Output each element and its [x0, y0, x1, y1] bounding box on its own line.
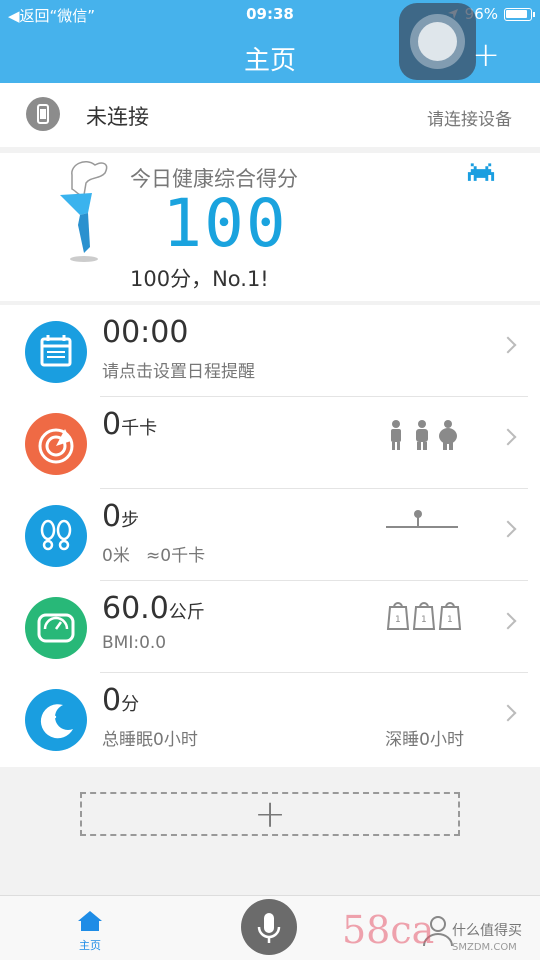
weight-scales-icon: 1 1 1 — [386, 602, 462, 630]
list-item-schedule[interactable]: 00:00 请点击设置日程提醒 — [0, 305, 540, 397]
chevron-right-icon — [499, 704, 517, 722]
metrics-list: 00:00 请点击设置日程提醒 0千卡 0步 0米 ≈0千卡 60.0公斤 BM… — [0, 305, 540, 767]
health-score-card[interactable]: 今日健康综合得分 100 100分，No.1! — [0, 153, 540, 301]
score-value: 100 — [162, 185, 288, 262]
calories-value: 0千卡 — [102, 407, 158, 442]
chevron-right-icon — [499, 428, 517, 446]
svg-text:1: 1 — [447, 615, 453, 625]
steps-value: 0步 — [102, 499, 140, 534]
deep-sleep: 深睡0小时 — [385, 730, 464, 750]
watch-icon — [26, 97, 60, 131]
schedule-time: 00:00 — [102, 315, 189, 350]
footsteps-icon — [25, 505, 87, 567]
moon-icon — [25, 689, 87, 751]
steps-goal-slider-icon — [386, 510, 458, 528]
assistive-touch-dot — [418, 22, 457, 61]
list-item-sleep[interactable]: 0分 总睡眠0小时 深睡0小时 — [0, 673, 540, 765]
mascot-illustration — [60, 161, 108, 262]
total-sleep: 总睡眠0小时 — [102, 730, 198, 750]
watermark-text: 什么值得买 — [452, 923, 522, 939]
home-icon — [78, 911, 102, 931]
schedule-hint: 请点击设置日程提醒 — [102, 362, 255, 382]
svg-text:1: 1 — [421, 615, 427, 625]
chevron-right-icon — [499, 336, 517, 354]
watermark-logo: 58ca — [342, 908, 435, 952]
body-types-icon — [391, 420, 457, 450]
bmi-value: BMI:0.0 — [102, 633, 167, 653]
battery-icon — [504, 7, 535, 21]
list-item-weight[interactable]: 60.0公斤 BMI:0.0 1 1 1 — [0, 581, 540, 673]
calendar-icon — [25, 321, 87, 383]
chevron-right-icon — [499, 520, 517, 538]
device-connection-row[interactable]: 未连接 请连接设备 — [0, 83, 540, 147]
assistive-touch-button[interactable] — [399, 3, 476, 80]
scale-icon — [25, 597, 87, 659]
tab-home[interactable]: 主页 — [70, 910, 110, 953]
sleep-value: 0分 — [102, 683, 140, 718]
list-item-steps[interactable]: 0步 0米 ≈0千卡 — [0, 489, 540, 581]
plus-icon: + — [254, 792, 286, 836]
score-subtitle: 100分，No.1! — [130, 267, 269, 291]
space-invader-icon[interactable] — [465, 163, 497, 187]
chevron-right-icon — [499, 612, 517, 630]
microphone-icon — [257, 913, 281, 943]
connect-device-link[interactable]: 请连接设备 — [427, 105, 512, 130]
list-item-calories[interactable]: 0千卡 — [0, 397, 540, 489]
device-status: 未连接 — [86, 105, 149, 129]
steps-detail: 0米 ≈0千卡 — [102, 546, 206, 566]
voice-button[interactable] — [241, 899, 297, 955]
svg-text:1: 1 — [395, 615, 401, 625]
watermark-url: SMZDM.COM — [452, 942, 517, 953]
weight-value: 60.0公斤 — [102, 591, 205, 626]
calorie-icon — [25, 413, 87, 475]
add-card-button[interactable]: + — [80, 792, 460, 836]
tab-home-label: 主页 — [79, 939, 101, 952]
